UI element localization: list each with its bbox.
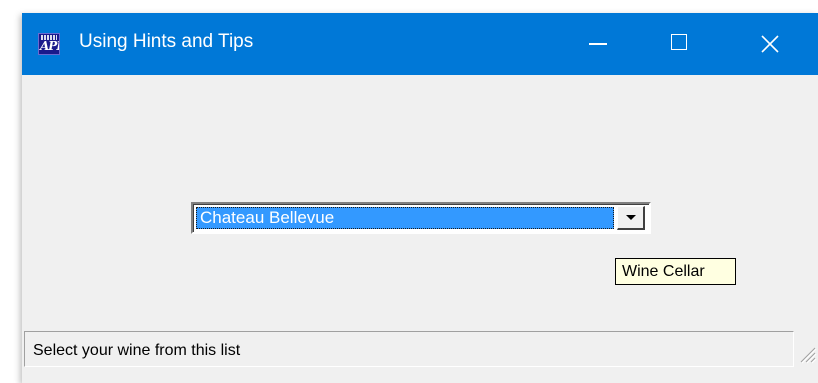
tooltip: Wine Cellar [615, 258, 736, 285]
tooltip-text: Wine Cellar [622, 263, 705, 280]
minimize-icon [589, 43, 607, 45]
close-button[interactable] [738, 13, 802, 75]
combobox-selected-value: Chateau Bellevue [200, 208, 335, 227]
status-text: Select your wine from this list [33, 342, 241, 359]
close-icon [761, 35, 779, 53]
minimize-button[interactable] [567, 13, 631, 75]
resize-grip-icon[interactable] [797, 344, 817, 364]
dropdown-arrow-icon [626, 215, 636, 220]
dropdown-button[interactable] [617, 206, 645, 230]
window-title: Using Hints and Tips [79, 31, 254, 52]
status-panel: Select your wine from this list [24, 331, 794, 367]
title-bar[interactable]: API Using Hints and Tips [22, 13, 818, 75]
maximize-icon [671, 34, 687, 50]
app-window: API Using Hints and Tips Chateau Bellevu… [22, 13, 818, 383]
api-app-icon[interactable]: API [38, 33, 60, 55]
maximize-button[interactable] [649, 13, 713, 75]
wine-combobox[interactable]: Chateau Bellevue [191, 202, 651, 234]
status-bar: Select your wine from this list [22, 326, 818, 383]
app-icon-letters: API [40, 39, 60, 53]
combobox-selected-field[interactable]: Chateau Bellevue [196, 207, 614, 229]
